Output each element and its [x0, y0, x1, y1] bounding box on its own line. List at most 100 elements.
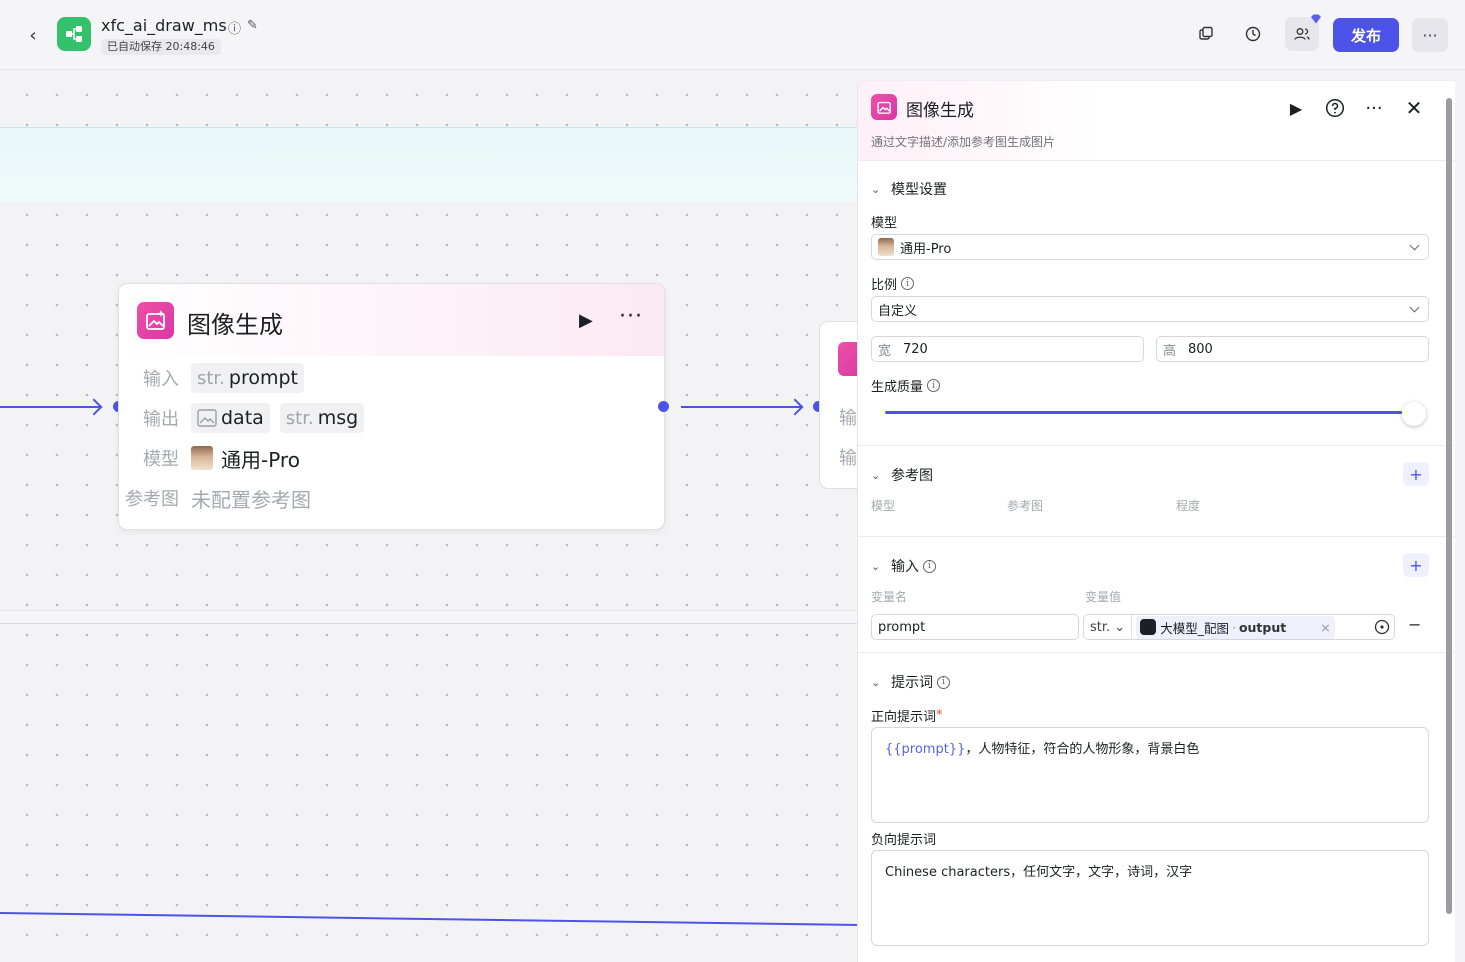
info-icon[interactable]: i: [937, 675, 950, 689]
section-title: 参考图: [891, 468, 933, 484]
panel-description: 通过文字描述/添加参考图生成图片: [871, 135, 1056, 149]
chevron-down-icon: ⌄: [871, 675, 881, 689]
ref-value: 未配置参考图: [191, 487, 311, 512]
height-input[interactable]: 高 800: [1156, 336, 1429, 362]
image-gen-icon: [871, 94, 897, 120]
section-title: 输入: [891, 559, 919, 575]
node-title: 图像生成: [187, 311, 283, 339]
col-model: 模型: [871, 499, 896, 513]
quality-slider-thumb[interactable]: [1402, 402, 1426, 426]
next-node-row-1: 输: [839, 408, 857, 429]
publish-button[interactable]: 发布: [1333, 18, 1399, 52]
var-name-input[interactable]: prompt: [871, 614, 1079, 640]
input-section[interactable]: ⌄ 输入 i: [871, 556, 936, 576]
more-menu-button[interactable]: ···: [1412, 18, 1448, 52]
copy-button[interactable]: [1189, 17, 1223, 51]
add-reference-button[interactable]: +: [1403, 462, 1429, 486]
divider: [858, 652, 1455, 653]
output-tag-data: data: [191, 403, 270, 433]
info-icon[interactable]: i: [923, 559, 936, 573]
divider: [858, 536, 1455, 537]
section-title: 提示词: [891, 675, 933, 691]
output-tag-msg: str. msg: [279, 403, 365, 433]
image-gen-node[interactable]: 图像生成 ▶ ··· 输入 str. prompt 输出 data str. msg…: [118, 283, 665, 530]
model-avatar: [191, 446, 213, 470]
divider: [858, 445, 1455, 446]
remove-input-button[interactable]: −: [1408, 615, 1421, 634]
positive-prompt-input[interactable]: {{prompt}}，人物特征，符合的人物形象，背景白色: [871, 727, 1429, 823]
model-label: 模型: [871, 216, 898, 231]
workflow-canvas[interactable]: 图像生成 ▶ ··· 输入 str. prompt 输出 data str. msg…: [0, 70, 879, 962]
panel-header: 图像生成 通过文字描述/添加参考图生成图片 ▶ ··· ✕: [858, 81, 1455, 161]
llm-node-icon: [1140, 619, 1157, 635]
panel-title: 图像生成: [906, 101, 974, 121]
loop-region: [0, 127, 860, 202]
model-settings-section[interactable]: ⌄ 模型设置: [871, 179, 947, 199]
model-avatar: [878, 238, 894, 256]
col-var-value: 变量值: [1085, 590, 1122, 604]
close-icon[interactable]: ✕: [1403, 96, 1425, 120]
history-icon: [1245, 26, 1261, 42]
autosave-status: 已自动保存 20:48:46: [101, 39, 221, 55]
app-logo-icon: [57, 17, 91, 51]
prompt-section[interactable]: ⌄ 提示词 i: [871, 672, 950, 692]
negative-prompt-input[interactable]: Chinese characters，任何文字，文字，诗词，汉字: [871, 850, 1429, 946]
reference-section[interactable]: ⌄ 参考图: [871, 465, 933, 485]
panel-more-icon[interactable]: ···: [1363, 97, 1385, 119]
users-icon: [1294, 28, 1310, 40]
negative-prompt-label: 负向提示词: [871, 833, 937, 848]
var-type-select[interactable]: str. ⌄: [1084, 615, 1133, 639]
chevron-down-icon: ⌄: [871, 559, 881, 573]
chevron-down-icon: [1409, 302, 1420, 313]
input-label: 输入: [143, 369, 179, 390]
info-icon[interactable]: i: [927, 379, 941, 392]
var-value-ref[interactable]: str. ⌄ 大模型_配图 · output ×: [1083, 614, 1395, 640]
history-button[interactable]: [1236, 17, 1270, 51]
edit-icon[interactable]: ✎: [247, 18, 258, 37]
output-port[interactable]: [658, 401, 669, 412]
model-label: 模型: [143, 449, 179, 470]
edge-arrow: [85, 398, 103, 416]
input-tag: str. prompt: [191, 363, 305, 393]
chevron-down-icon: ⌄: [871, 182, 881, 196]
bottom-edge[interactable]: [0, 905, 860, 930]
info-icon[interactable]: i: [901, 277, 915, 290]
edge-out[interactable]: [681, 406, 801, 408]
col-degree: 程度: [1176, 499, 1201, 513]
col-var-name: 变量名: [871, 590, 908, 604]
run-icon[interactable]: ▶: [1285, 97, 1307, 119]
play-icon[interactable]: ▶: [579, 310, 593, 331]
app-title: xfc_ai_draw_ms: [101, 16, 227, 35]
ratio-select[interactable]: 自定义: [871, 296, 1429, 322]
col-ref: 参考图: [1007, 499, 1044, 513]
model-select[interactable]: 通用-Pro: [871, 234, 1429, 260]
chevron-down-icon: ⌄: [871, 468, 881, 482]
help-icon[interactable]: [1324, 97, 1346, 119]
section-title: 模型设置: [891, 182, 947, 198]
node-config-panel: 图像生成 通过文字描述/添加参考图生成图片 ▶ ··· ✕ ⌄ 模型设置 模型 …: [857, 80, 1455, 962]
add-input-button[interactable]: +: [1403, 553, 1429, 577]
panel-scrollbar[interactable]: [1446, 98, 1452, 914]
var-ref-chip: 大模型_配图 · output ×: [1136, 615, 1335, 639]
back-button[interactable]: ‹: [22, 24, 44, 46]
width-input[interactable]: 宽 720: [871, 336, 1144, 362]
diamond-badge-icon: [1311, 14, 1321, 24]
target-icon[interactable]: [1374, 619, 1390, 639]
node-header: 图像生成 ▶ ···: [119, 284, 664, 356]
image-icon: [197, 409, 217, 427]
canvas-divider: [0, 610, 860, 624]
model-value: 通用-Pro: [221, 447, 300, 472]
edge-arrow-2: [786, 398, 804, 416]
more-icon[interactable]: ···: [619, 304, 643, 329]
quality-label: 生成质量 i: [871, 376, 941, 395]
top-bar: ‹ xfc_ai_draw_ms ⓘ ✎ 已自动保存 20:48:46 发布 ·…: [0, 0, 1465, 70]
positive-prompt-label: 正向提示词 *: [871, 708, 943, 725]
chevron-down-icon: [1409, 240, 1420, 251]
clear-icon[interactable]: ×: [1320, 620, 1330, 635]
image-gen-icon: [137, 302, 174, 339]
quality-slider-track[interactable]: [885, 411, 1402, 414]
ratio-label: 比例 i: [871, 274, 915, 293]
copy-icon: [1199, 26, 1213, 40]
ref-label: 参考图: [125, 489, 179, 510]
info-icon[interactable]: ⓘ: [228, 18, 241, 37]
